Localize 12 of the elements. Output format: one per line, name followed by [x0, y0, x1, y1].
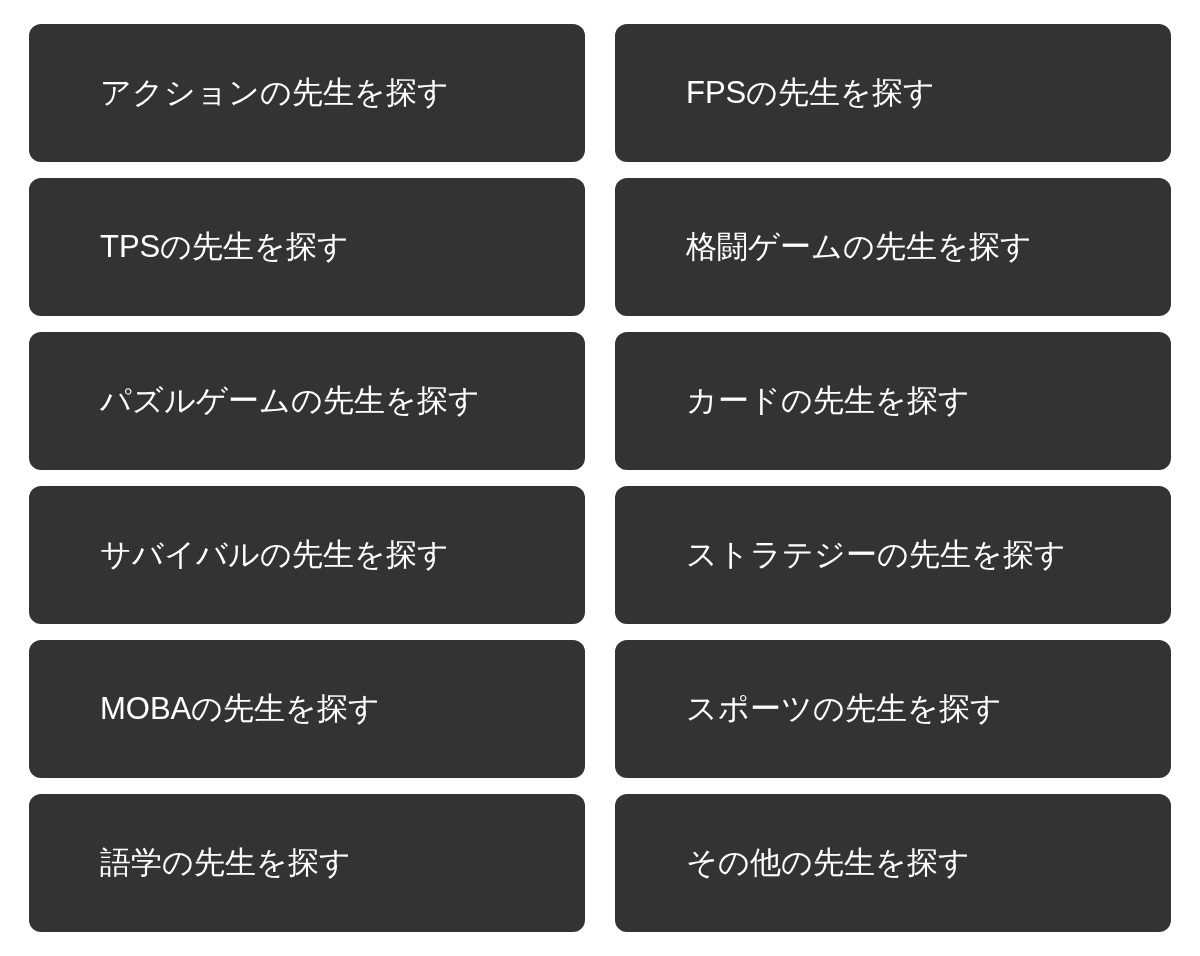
category-button[interactable]: その他の先生を探す [615, 794, 1171, 932]
category-button[interactable]: サバイバルの先生を探す [29, 486, 585, 624]
category-button[interactable]: FPSの先生を探す [615, 24, 1171, 162]
category-button[interactable]: ストラテジーの先生を探す [615, 486, 1171, 624]
category-button[interactable]: MOBAの先生を探す [29, 640, 585, 778]
category-button[interactable]: カードの先生を探す [615, 332, 1171, 470]
category-button[interactable]: TPSの先生を探す [29, 178, 585, 316]
category-button[interactable]: アクションの先生を探す [29, 24, 585, 162]
category-button[interactable]: パズルゲームの先生を探す [29, 332, 585, 470]
category-button[interactable]: 格闘ゲームの先生を探す [615, 178, 1171, 316]
category-button[interactable]: スポーツの先生を探す [615, 640, 1171, 778]
category-button[interactable]: 語学の先生を探す [29, 794, 585, 932]
